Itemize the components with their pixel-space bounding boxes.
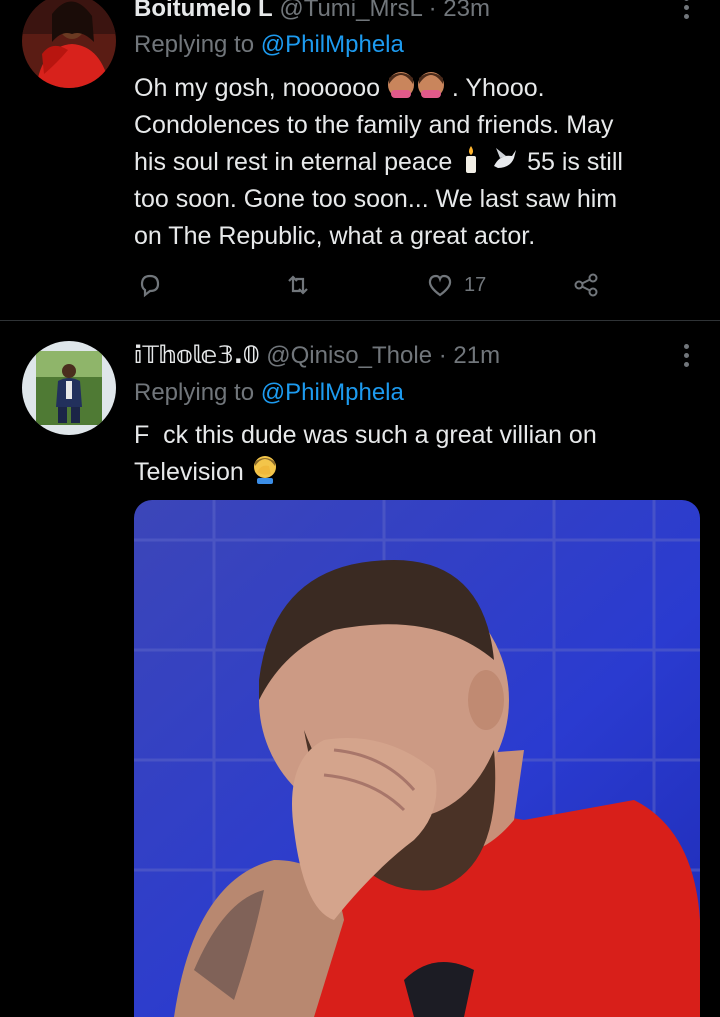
tweet-header: 𝕚𝕋𝕙𝕠𝕝𝕖𝟛.𝟘 @Qiniso_Thole · 21m: [134, 340, 500, 371]
text-line: . Yhooo.: [451, 74, 545, 102]
user-handle[interactable]: @Tumi_MrsL: [279, 0, 422, 22]
tweet-header: Boitumelo L @Tumi_MrsL · 23m: [134, 0, 490, 24]
text-line: F ck this dude was such a great villian …: [134, 421, 597, 449]
text-line: Television: [134, 458, 244, 486]
reply-button[interactable]: [136, 268, 164, 302]
text-line: Oh my gosh, noooooo: [134, 74, 380, 102]
text-line: his soul rest in eternal peace: [134, 148, 453, 176]
text-line: too soon. Gone too soon... We last saw h…: [134, 185, 618, 213]
user-handle[interactable]: @Qiniso_Thole: [266, 342, 432, 369]
timestamp[interactable]: · 23m: [429, 0, 490, 22]
more-vertical-icon[interactable]: [684, 0, 690, 23]
dove-emoji: [494, 148, 517, 168]
tweet-text: Oh my gosh, noooooo . Yhooo. Condolences…: [134, 70, 704, 255]
more-vertical-icon[interactable]: [684, 344, 690, 371]
share-button[interactable]: [572, 268, 600, 302]
text-line: Condolences to the family and friends. M…: [134, 111, 614, 139]
tweet-actions: 17: [134, 268, 614, 302]
text-line: 55 is still: [527, 148, 623, 176]
like-button[interactable]: 17: [426, 268, 486, 302]
share-icon: [574, 273, 598, 297]
tweet-text: F ck this dude was such a great villian …: [134, 417, 704, 491]
tweet-2[interactable]: 𝕚𝕋𝕙𝕠𝕝𝕖𝟛.𝟘 @Qiniso_Thole · 21m Replying t…: [0, 321, 720, 1017]
like-count: 17: [464, 273, 487, 296]
avatar-image: [22, 0, 116, 88]
replying-handle-link[interactable]: @PhilMphela: [261, 379, 404, 406]
timestamp[interactable]: · 21m: [439, 342, 500, 369]
avatar[interactable]: [22, 341, 116, 435]
display-name[interactable]: 𝕚𝕋𝕙𝕠𝕝𝕖𝟛.𝟘: [134, 341, 260, 369]
heart-icon: [428, 274, 452, 297]
text-line: on The Republic, what a great actor.: [134, 222, 536, 250]
retweet-button[interactable]: [284, 268, 312, 302]
replying-prefix: Replying to: [134, 31, 255, 58]
replying-to: Replying to @PhilMphela: [134, 30, 404, 60]
replying-handle-link[interactable]: @PhilMphela: [261, 31, 404, 58]
tweet-1[interactable]: Boitumelo L @Tumi_MrsL · 23m Replying to…: [0, 0, 720, 320]
replying-to: Replying to @PhilMphela: [134, 378, 404, 408]
replying-prefix: Replying to: [134, 379, 255, 406]
woman-gesturing-no-emoji: [387, 72, 444, 98]
facepalm-emoji: [253, 456, 276, 484]
candle-emoji: [466, 146, 477, 173]
display-name[interactable]: Boitumelo L: [134, 0, 273, 22]
retweet-icon: [288, 275, 308, 295]
avatar-image: [22, 341, 116, 435]
avatar[interactable]: [22, 0, 116, 88]
reply-icon: [140, 274, 160, 298]
crying-man-photo: [134, 500, 700, 1017]
tweet-media-image[interactable]: [134, 500, 700, 1017]
